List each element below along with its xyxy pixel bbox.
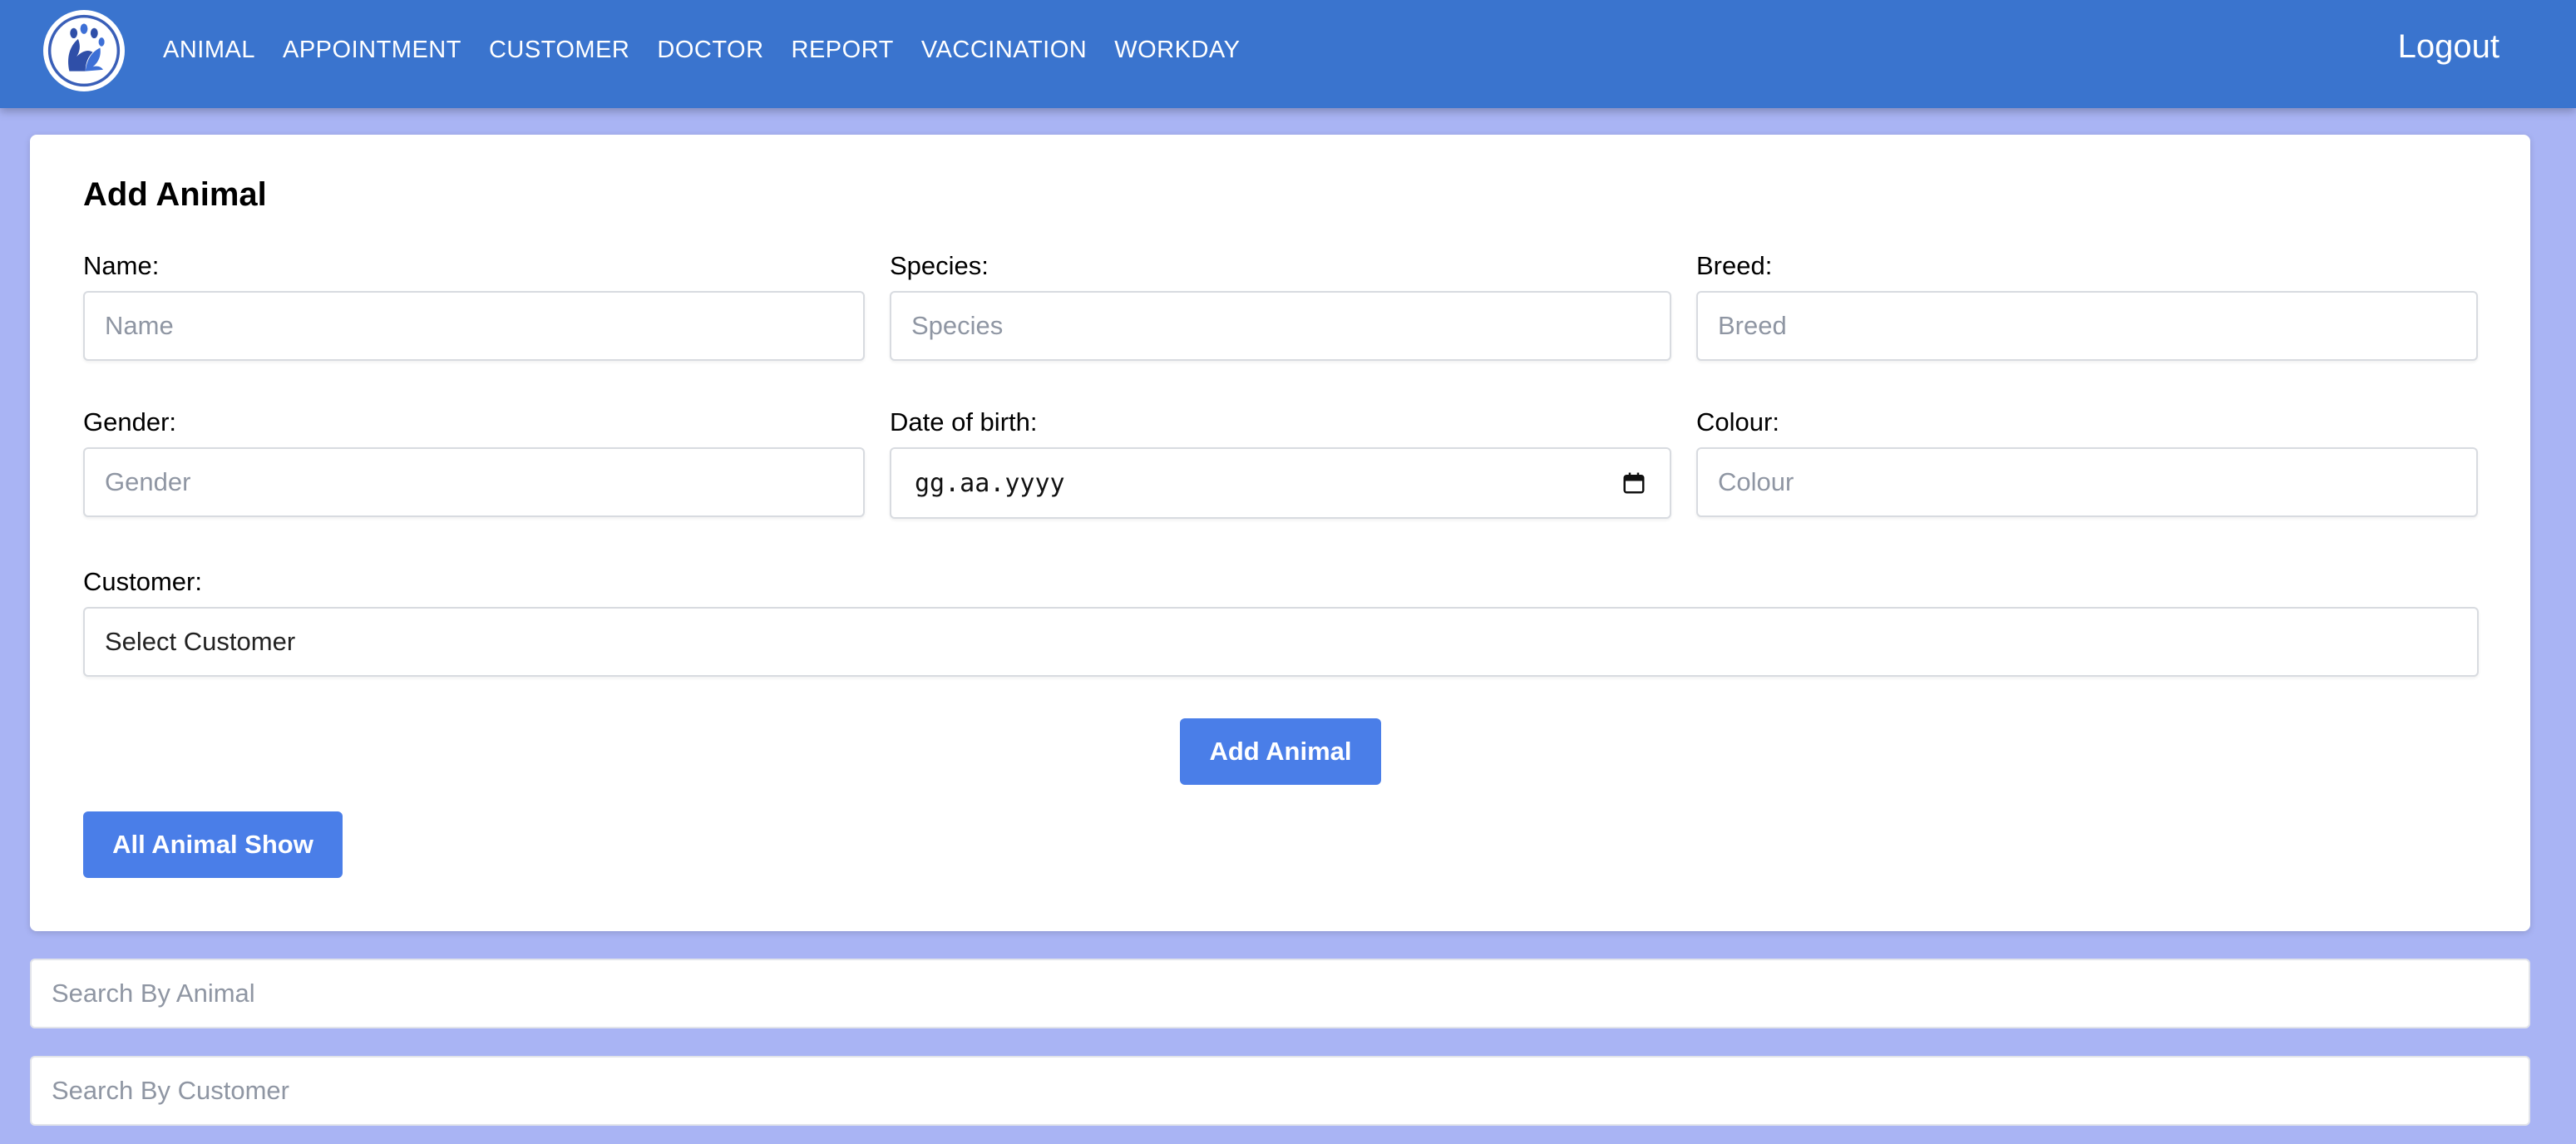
main-nav: ANIMAL APPOINTMENT CUSTOMER DOCTOR REPOR… [163,0,1267,100]
gender-field-group: Gender: [83,407,865,517]
nav-link-report[interactable]: REPORT [792,37,894,64]
customer-select[interactable]: Select Customer [83,607,2479,677]
logout-link[interactable]: Logout [2398,28,2500,66]
gender-label: Gender: [83,407,177,436]
customer-select-value: Select Customer [105,627,296,656]
species-input[interactable] [890,291,1671,361]
nav-link-customer[interactable]: CUSTOMER [489,37,629,64]
customer-label: Customer: [83,567,202,596]
nav-link-doctor[interactable]: DOCTOR [657,37,763,64]
nav-link-appointment[interactable]: APPOINTMENT [283,37,461,64]
add-animal-button[interactable]: Add Animal [1180,718,1381,785]
breed-input[interactable] [1696,291,2478,361]
name-label: Name: [83,251,160,280]
search-by-customer-input[interactable] [30,1056,2530,1126]
search-by-animal-input[interactable] [30,959,2530,1028]
nav-link-animal[interactable]: ANIMAL [163,37,255,64]
form-title: Add Animal [83,176,267,213]
breed-label: Breed: [1696,251,1773,280]
species-label: Species: [890,251,989,280]
customer-field-group: Customer: Select Customer [83,567,2479,677]
species-field-group: Species: [890,251,1671,361]
dob-field-group: Date of birth: gg.aa.yyyy [890,407,1671,519]
name-input[interactable] [83,291,865,361]
paw-logo-icon[interactable] [43,10,125,91]
paw-logo-graphic [47,14,121,87]
all-animal-show-button[interactable]: All Animal Show [83,811,343,878]
dob-value: gg.aa.yyyy [915,468,1065,498]
add-animal-card: Add Animal Name: Species: Breed: Gender:… [30,135,2530,931]
colour-label: Colour: [1696,407,1779,436]
breed-field-group: Breed: [1696,251,2478,361]
colour-input[interactable] [1696,447,2478,517]
name-field-group: Name: [83,251,865,361]
gender-input[interactable] [83,447,865,517]
dob-label: Date of birth: [890,407,1038,436]
calendar-icon[interactable] [1621,471,1646,496]
dob-date-input[interactable]: gg.aa.yyyy [890,447,1671,519]
top-navbar: ANIMAL APPOINTMENT CUSTOMER DOCTOR REPOR… [0,0,2576,108]
colour-field-group: Colour: [1696,407,2478,517]
nav-link-workday[interactable]: WORKDAY [1114,37,1240,64]
nav-link-vaccination[interactable]: VACCINATION [921,37,1087,64]
